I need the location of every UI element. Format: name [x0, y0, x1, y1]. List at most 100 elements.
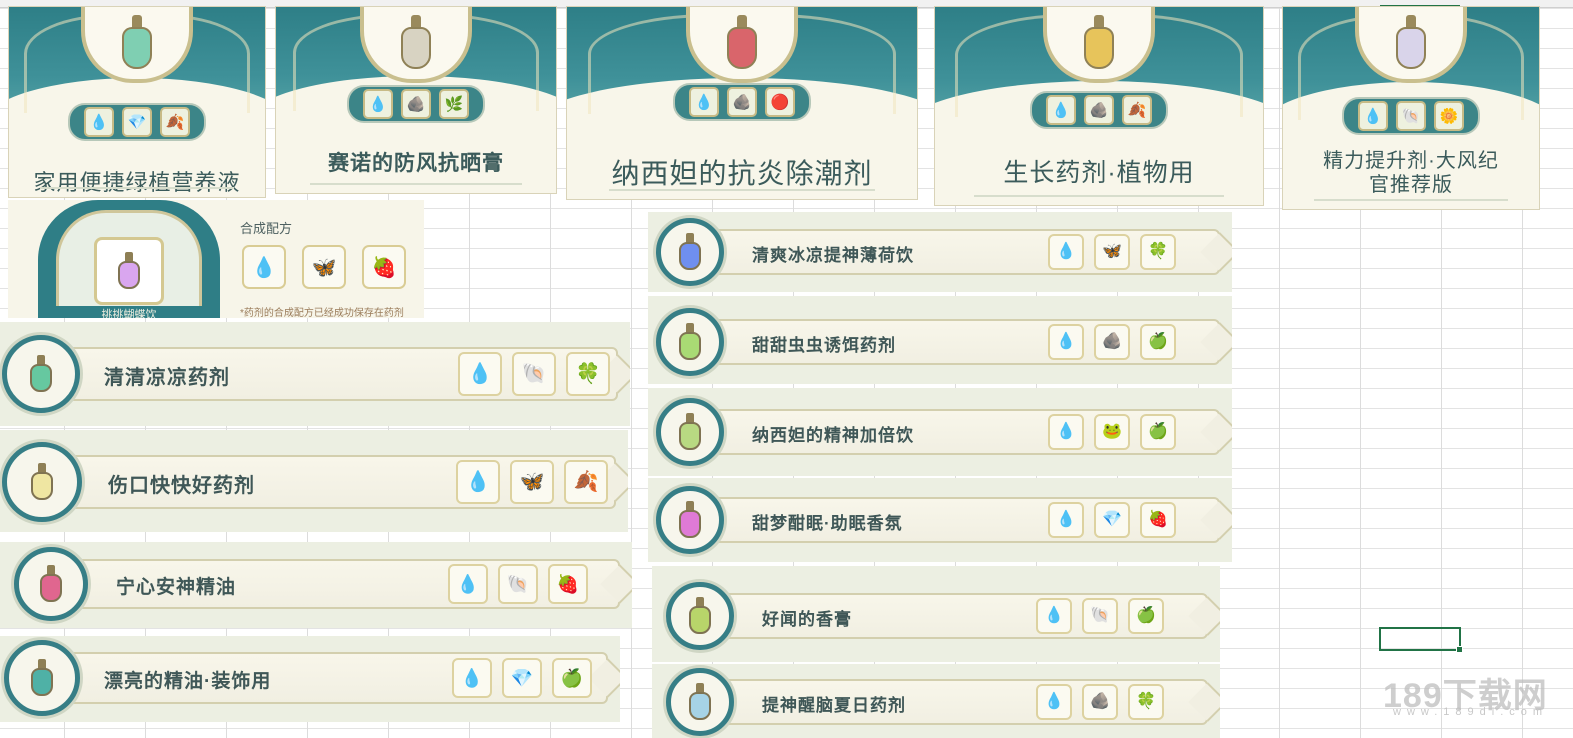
- ingredient-icon[interactable]: 💎: [502, 658, 542, 698]
- ingredient-icon[interactable]: 🍂: [1122, 95, 1152, 125]
- ingredient-icon[interactable]: 🌼: [1434, 101, 1464, 131]
- card-title: 赛诺的防风抗晒膏: [328, 152, 504, 175]
- ingredient-icon[interactable]: 💧: [1048, 324, 1084, 360]
- recipe-list-row[interactable]: 甜甜虫虫诱饵药剂 💧 🪨 🍏: [648, 296, 1232, 384]
- potion-bottle-icon: [679, 323, 701, 361]
- ingredient-icon[interactable]: 💧: [1358, 101, 1388, 131]
- synthesis-panel: 挑挑蝴蝶饮 合成配方 💧 🦋 🍓 *药剂的合成配方已经成功保存在药剂: [8, 200, 424, 318]
- ingredient-icon[interactable]: 💧: [1036, 598, 1072, 634]
- ingredient-icon[interactable]: 🔴: [765, 87, 795, 117]
- ingredient-icon[interactable]: 🐚: [512, 352, 556, 396]
- ingredient-icon[interactable]: 🍀: [1140, 234, 1176, 270]
- ingredient-icon[interactable]: 🍏: [1140, 414, 1176, 450]
- potion-name: 甜甜虫虫诱饵药剂: [752, 335, 896, 355]
- potion-bottle-icon: [399, 15, 433, 71]
- potion-bottle-icon: [40, 565, 62, 603]
- recipe-card[interactable]: 💧 🪨 🍂 生长药剂·植物用: [934, 6, 1264, 206]
- card-ornament-divider: [309, 183, 523, 185]
- item-icon[interactable]: [94, 237, 164, 305]
- card-title: 纳西妲的抗炎除潮剂: [611, 158, 873, 189]
- ingredient-icon[interactable]: 🍀: [566, 352, 610, 396]
- ingredient-list: 💧 🪨 🍀: [1036, 684, 1164, 720]
- ingredient-icon[interactable]: 🐚: [498, 564, 538, 604]
- ingredient-icon[interactable]: 🍓: [548, 564, 588, 604]
- recipe-slot-1[interactable]: 💧: [242, 245, 286, 289]
- ingredient-list: 💧 💎 🍏: [452, 658, 592, 698]
- recipe-slot-2[interactable]: 🦋: [302, 245, 346, 289]
- recipe-list-row[interactable]: 好闻的香膏 💧 🐚 🍏: [652, 566, 1220, 662]
- recipe-list-row[interactable]: 漂亮的精油·装饰用 💧 💎 🍏: [0, 636, 620, 722]
- ingredient-icon[interactable]: 💎: [1094, 502, 1130, 538]
- ingredient-icon[interactable]: 🪨: [1094, 324, 1130, 360]
- ingredient-icon[interactable]: 💧: [689, 87, 719, 117]
- card-ornament-divider: [974, 195, 1224, 197]
- ingredient-icon[interactable]: 🪨: [1082, 684, 1118, 720]
- ingredient-list: 💧 💎 🍓: [1048, 502, 1176, 538]
- ingredient-icon[interactable]: 🪨: [727, 87, 757, 117]
- potion-icon-frame: [656, 308, 724, 376]
- recipe-list-row[interactable]: 宁心安神精油 💧 🐚 🍓: [0, 542, 632, 628]
- ingredient-icon[interactable]: 🍏: [1128, 598, 1164, 634]
- ingredient-icon[interactable]: 🍓: [1140, 502, 1176, 538]
- potion-bottle-icon: [725, 15, 759, 71]
- ingredient-icon[interactable]: 🍏: [1140, 324, 1176, 360]
- selected-cell[interactable]: [1379, 627, 1463, 653]
- ingredient-icon[interactable]: 💧: [1048, 234, 1084, 270]
- ingredient-icon[interactable]: 🌿: [439, 89, 469, 119]
- potion-icon-frame: [656, 218, 724, 286]
- ingredient-icon[interactable]: 🦋: [510, 460, 554, 504]
- ingredient-icon[interactable]: 🪨: [1084, 95, 1114, 125]
- ingredient-icon[interactable]: 💎: [122, 107, 152, 137]
- ingredient-list: 💧 🐸 🍏: [1048, 414, 1176, 450]
- ingredient-list: 💧 🐚 🍓: [448, 564, 588, 604]
- recipe-list-row[interactable]: 提神醒脑夏日药剂 💧 🪨 🍀: [652, 664, 1220, 738]
- potion-name: 提神醒脑夏日药剂: [762, 695, 906, 715]
- watermark-url: www.189dl.com: [1393, 706, 1549, 718]
- potion-name: 好闻的香膏: [762, 609, 852, 629]
- recipe-list-row[interactable]: 清爽冰凉提神薄荷饮 💧 🦋 🍀: [648, 212, 1232, 292]
- ingredient-icon[interactable]: 💧: [363, 89, 393, 119]
- potion-bottle-icon: [1394, 15, 1428, 71]
- ingredient-bar: 💧 🐚 🌼: [1342, 97, 1480, 135]
- recipe-list-row[interactable]: 甜梦酣眠·助眠香氛 💧 💎 🍓: [648, 478, 1232, 562]
- ingredient-icon[interactable]: 💧: [448, 564, 488, 604]
- ingredient-icon[interactable]: 🪨: [401, 89, 431, 119]
- ingredient-icon[interactable]: 💧: [1046, 95, 1076, 125]
- ingredient-icon[interactable]: 💧: [84, 107, 114, 137]
- ingredient-icon[interactable]: 💧: [452, 658, 492, 698]
- potion-icon-frame: [666, 582, 734, 650]
- ingredient-list: 💧 🦋 🍂: [456, 460, 608, 504]
- recipe-card[interactable]: 💧 🪨 🌿 赛诺的防风抗晒膏: [275, 6, 557, 194]
- ingredient-list: 💧 🐚 🍀: [458, 352, 610, 396]
- recipe-card[interactable]: 💧 🐚 🌼 精力提升剂·大风纪官推荐版: [1282, 6, 1540, 210]
- recipe-slot-3[interactable]: 🍓: [362, 245, 406, 289]
- recipe-list-row[interactable]: 伤口快快好药剂 💧 🦋 🍂: [0, 430, 628, 532]
- card-ornament-divider: [39, 187, 235, 189]
- ingredient-icon[interactable]: 🦋: [1094, 234, 1130, 270]
- card-title: 家用便捷绿植营养液: [33, 170, 241, 195]
- ingredient-icon[interactable]: 🐚: [1082, 598, 1118, 634]
- ingredient-icon[interactable]: 🐚: [1396, 101, 1426, 131]
- ingredient-icon[interactable]: 💧: [1048, 414, 1084, 450]
- potion-bottle-icon: [31, 659, 53, 697]
- ingredient-bar: 💧 🪨 🍂: [1030, 91, 1168, 129]
- recipe-list-row[interactable]: 纳西妲的精神加倍饮 💧 🐸 🍏: [648, 388, 1232, 476]
- potion-name: 纳西妲的精神加倍饮: [752, 425, 914, 445]
- ingredient-icon[interactable]: 🍂: [160, 107, 190, 137]
- ingredient-icon[interactable]: 💧: [456, 460, 500, 504]
- ingredient-icon[interactable]: 🍂: [564, 460, 608, 504]
- ingredient-icon[interactable]: 🐸: [1094, 414, 1130, 450]
- ingredient-icon[interactable]: 💧: [458, 352, 502, 396]
- recipe-note: *药剂的合成配方已经成功保存在药剂: [240, 308, 404, 318]
- potion-bottle-icon: [679, 413, 701, 451]
- recipe-slots: 💧 🦋 🍓: [242, 245, 406, 289]
- potion-name: 甜梦酣眠·助眠香氛: [752, 513, 903, 533]
- recipe-list-row[interactable]: 清清凉凉药剂 💧 🐚 🍀: [0, 322, 630, 426]
- ingredient-icon[interactable]: 🍀: [1128, 684, 1164, 720]
- ingredient-icon[interactable]: 🍏: [552, 658, 592, 698]
- ingredient-icon[interactable]: 💧: [1048, 502, 1084, 538]
- recipe-card[interactable]: 💧 🪨 🔴 纳西妲的抗炎除潮剂: [566, 6, 918, 200]
- recipe-card[interactable]: 💧 💎 🍂 家用便捷绿植营养液: [8, 6, 266, 198]
- potion-bottle-icon: [118, 252, 140, 290]
- ingredient-icon[interactable]: 💧: [1036, 684, 1072, 720]
